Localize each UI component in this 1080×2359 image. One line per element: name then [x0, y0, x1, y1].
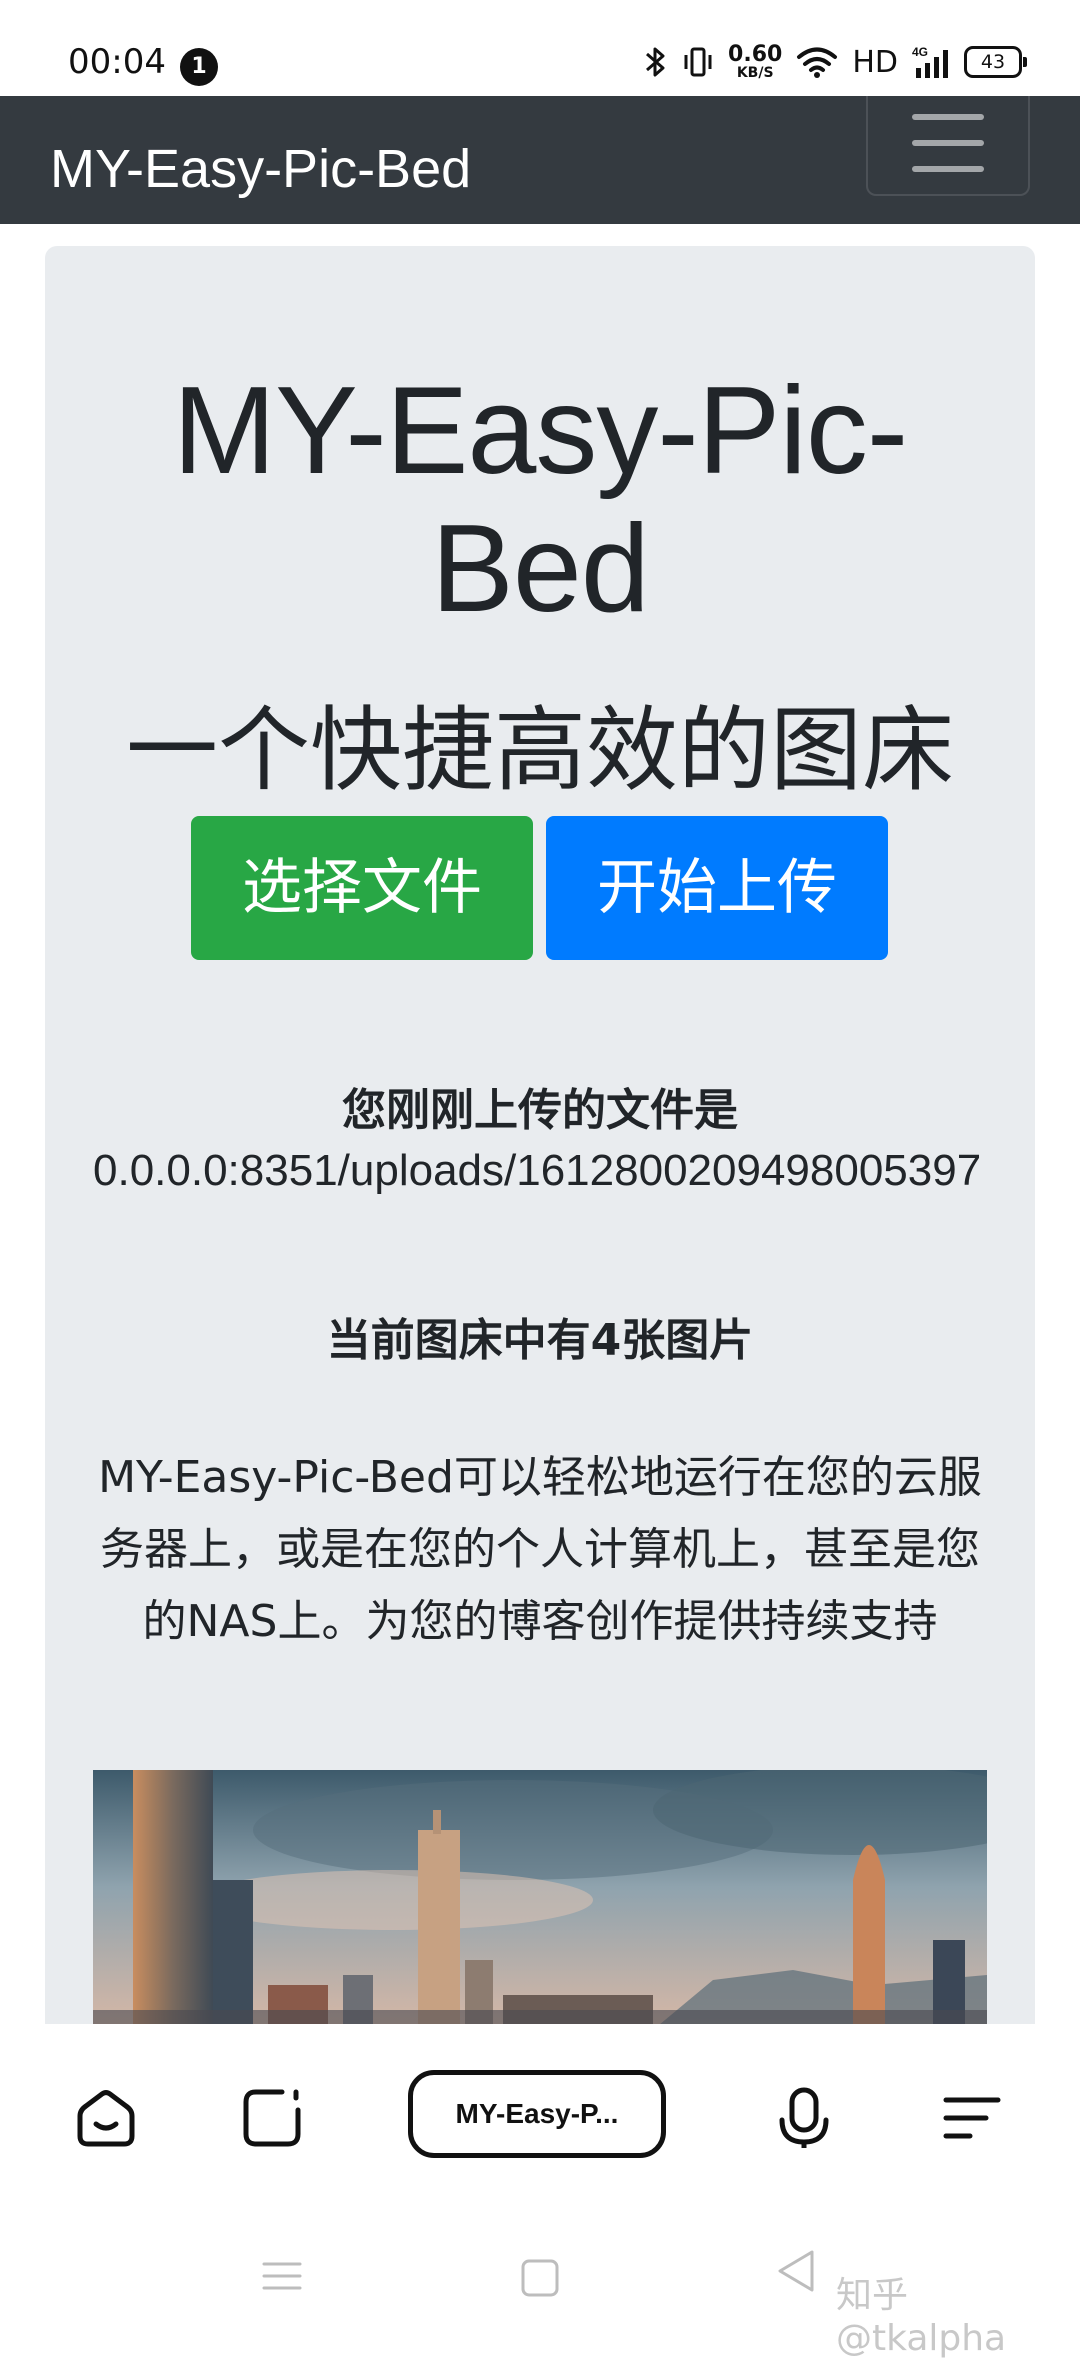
page-title-line2: Bed — [431, 500, 650, 638]
notification-badge: 1 — [180, 48, 218, 86]
page-subtitle: 一个快捷高效的图床 — [125, 697, 954, 804]
watermark: 知乎 @tkalpha — [836, 2275, 1007, 2359]
net-speed: 0.60 KB/S — [728, 42, 783, 81]
vibrate-icon — [682, 44, 714, 80]
status-time: 00:04 — [68, 42, 166, 82]
status-bar: 00:04 1 0.60 KB/S HD 4G 43 — [0, 0, 1080, 96]
system-nav-bar: 知乎 @tkalpha — [0, 2206, 1080, 2359]
jumbotron: MY-Easy-Pic- Bed 一个快捷高效的图床 选择文件 开始上传 您刚刚… — [45, 246, 1035, 2024]
menu-icon[interactable] — [940, 2086, 1004, 2150]
bluetooth-icon — [644, 44, 668, 80]
description-text: MY-Easy-Pic-Bed可以轻松地运行在您的云服务器上，或是在您的个人计算… — [98, 1452, 982, 1647]
back-icon[interactable] — [776, 2248, 816, 2298]
net-speed-unit: KB/S — [736, 65, 774, 81]
page-title-line1: MY-Easy-Pic- — [172, 362, 908, 500]
city-skyline-image — [93, 1770, 987, 2024]
network-label: HD — [852, 44, 898, 80]
uploaded-file-link[interactable]: 0.0.0.0:8351/uploads/1612800209498005397 — [93, 1146, 981, 1196]
page-title: MY-Easy-Pic- Bed — [45, 362, 1035, 638]
battery-icon: 43 — [964, 46, 1027, 78]
home-icon[interactable] — [74, 2086, 138, 2150]
page-content: MY-Easy-Pic- Bed 一个快捷高效的图床 选择文件 开始上传 您刚刚… — [0, 224, 1080, 2024]
navbar: MY-Easy-Pic-Bed — [0, 96, 1080, 224]
status-icons: 0.60 KB/S HD 4G 43 — [644, 42, 1027, 81]
wifi-icon — [796, 45, 838, 79]
tabs-icon[interactable] — [240, 2086, 304, 2150]
navbar-toggler[interactable] — [866, 96, 1030, 196]
upload-button[interactable]: 开始上传 — [546, 816, 888, 960]
svg-text:4G: 4G — [912, 45, 928, 59]
browser-toolbar: MY-Easy-P... — [0, 2026, 1080, 2206]
signal-icon: 4G — [912, 44, 950, 80]
url-bar[interactable]: MY-Easy-P... — [408, 2070, 666, 2158]
home-square-icon[interactable] — [520, 2258, 560, 2302]
recent-apps-icon[interactable] — [262, 2258, 302, 2298]
net-speed-value: 0.60 — [728, 42, 783, 67]
image-count: 当前图床中有4张图片 — [326, 1315, 754, 1366]
microphone-icon[interactable] — [772, 2086, 836, 2150]
choose-file-button[interactable]: 选择文件 — [191, 816, 533, 960]
uploaded-file-label: 您刚刚上传的文件是 — [342, 1085, 738, 1136]
navbar-brand[interactable]: MY-Easy-Pic-Bed — [50, 138, 471, 200]
